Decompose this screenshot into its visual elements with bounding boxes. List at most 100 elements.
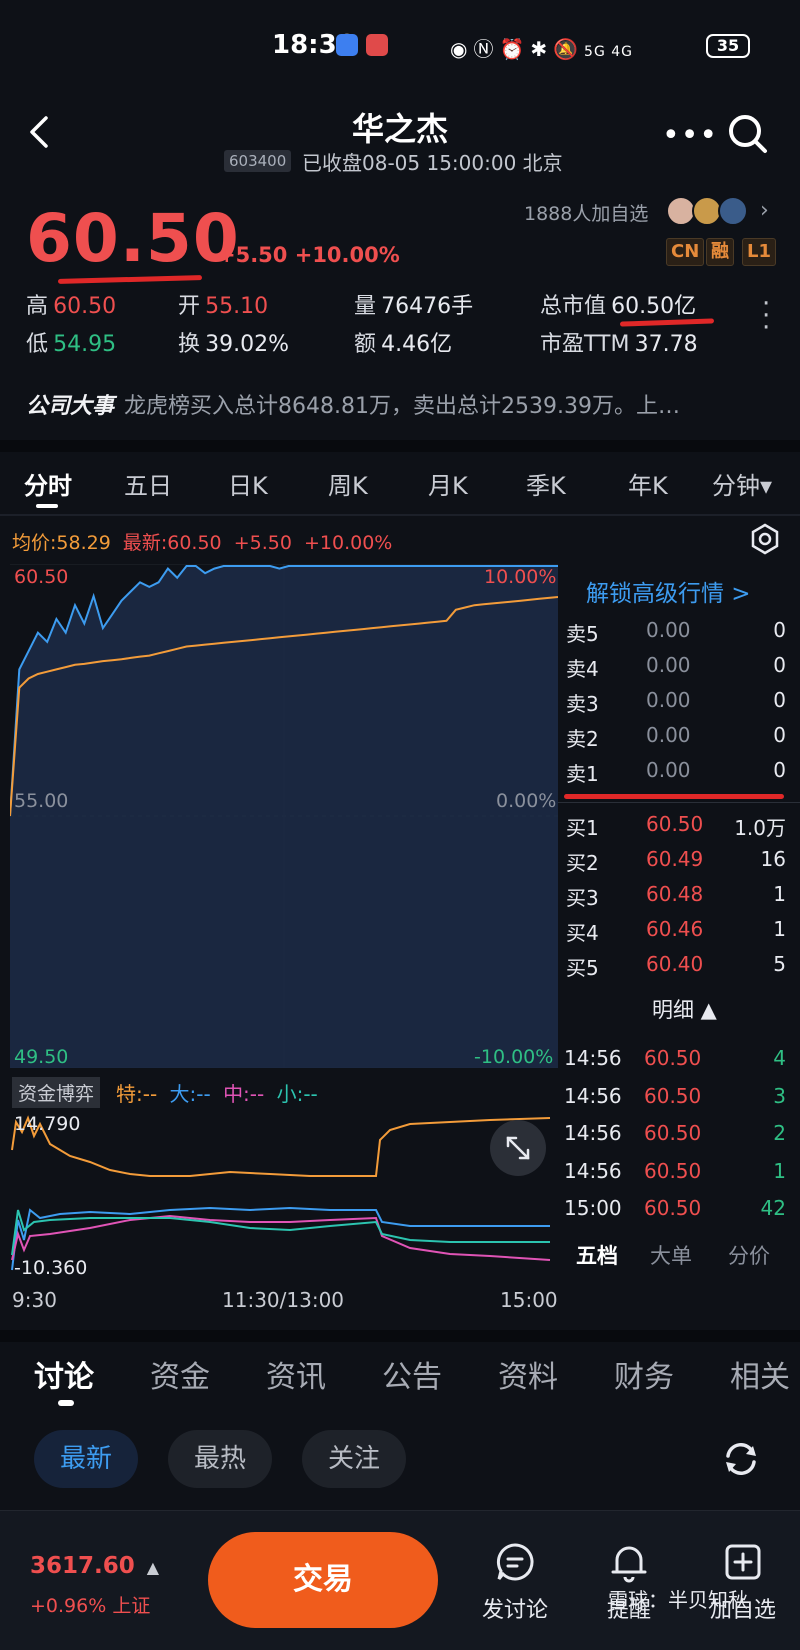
bid-row[interactable]: 买2 60.49 16 (566, 847, 786, 882)
ask-row[interactable]: 卖5 0.00 0 (566, 618, 786, 653)
bid-price: 60.46 (646, 917, 704, 941)
index-change: +0.96% 上证 (30, 1595, 151, 1617)
trade-button[interactable]: 交易 (208, 1532, 438, 1628)
bid-row[interactable]: 买1 60.50 1.0万 (566, 812, 786, 847)
bid-label: 买1 (566, 816, 599, 840)
ask-price: 0.00 (646, 723, 691, 747)
tick-volume: 1 (773, 1158, 786, 1183)
tick-volume: 42 (760, 1196, 786, 1220)
company-events[interactable]: 公司大事 龙虎榜买入总计8648.81万，卖出总计2539.39万。上… (26, 388, 680, 420)
fund-flow-chart[interactable] (10, 1110, 558, 1278)
alarm-icon: ⏰ (499, 37, 531, 61)
ask-label: 卖5 (566, 622, 599, 646)
tab-yearly-k[interactable]: 年K (628, 466, 668, 501)
tab-discussion[interactable]: 讨论 (34, 1352, 94, 1396)
app-notification-icon (336, 34, 358, 56)
ask-volume: 0 (773, 758, 786, 782)
divider (0, 1330, 800, 1342)
tab-monthly-k[interactable]: 月K (428, 466, 468, 501)
stat-open: 开 55.10 (178, 294, 269, 319)
fund-flow-label[interactable]: 资金博弈 (12, 1077, 101, 1108)
tab-price-dist[interactable]: 分价 (728, 1240, 770, 1270)
divider (558, 802, 800, 803)
tab-big-order[interactable]: 大单 (650, 1240, 692, 1270)
ask-label: 卖2 (566, 727, 599, 751)
tab-quarterly-k[interactable]: 季K (526, 466, 566, 501)
ask-price: 0.00 (646, 618, 691, 642)
chart-change: +5.50 (233, 532, 292, 554)
tab-weekly-k[interactable]: 周K (328, 466, 368, 501)
events-text: 龙虎榜买入总计8648.81万，卖出总计2539.39万。上… (124, 394, 680, 419)
legend-large: 大:-- (169, 1082, 211, 1106)
settings-icon[interactable] (748, 522, 782, 556)
bid-row[interactable]: 买3 60.48 1 (566, 882, 786, 917)
tab-funds[interactable]: 资金 (150, 1352, 210, 1396)
series-group (9, 565, 559, 1068)
tab-related[interactable]: 相关 (730, 1352, 790, 1396)
follow-count[interactable]: 1888人加自选 (524, 199, 648, 226)
tab-announcements[interactable]: 公告 (382, 1352, 442, 1396)
bid-label: 买5 (566, 956, 599, 980)
bid-row[interactable]: 买5 60.40 5 (566, 952, 786, 987)
price-area (10, 566, 558, 1068)
super-flow-line (11, 1115, 551, 1177)
watermark: 雪球：半贝知秋 (608, 1588, 748, 1612)
post-discussion-button[interactable]: 发讨论 (470, 1540, 560, 1624)
bluetooth-icon: ✱ (530, 37, 554, 61)
ask-row[interactable]: 卖2 0.00 0 (566, 723, 786, 758)
ask-volume: 0 (773, 688, 786, 712)
tag-cn: CN (666, 238, 705, 266)
chevron-right-icon[interactable]: › (760, 198, 769, 223)
ask-label: 卖3 (566, 692, 599, 716)
more-icon[interactable]: ••• (662, 118, 718, 153)
vertical-more-icon[interactable]: · · · (762, 291, 770, 341)
last-price: 60.50 (26, 200, 240, 277)
intraday-chart-svg (9, 563, 559, 1069)
ask-volume: 0 (773, 723, 786, 747)
bid-label: 买3 (566, 886, 599, 910)
tab-daily-k[interactable]: 日K (228, 466, 268, 501)
back-icon[interactable] (22, 112, 56, 152)
ask-price: 0.00 (646, 688, 691, 712)
tab-news[interactable]: 资讯 (266, 1352, 326, 1396)
filter-following[interactable]: 关注 (302, 1430, 407, 1488)
fund-flow-legend: 特:-- 大:-- 中:-- 小:-- (116, 1078, 318, 1107)
filter-latest[interactable]: 最新 (34, 1430, 139, 1488)
tab-indicator (36, 504, 58, 508)
bid-row[interactable]: 买4 60.46 1 (566, 917, 786, 952)
tab-level5[interactable]: 五档 (576, 1240, 618, 1270)
stat-mktcap: 总市值 60.50亿 (540, 294, 697, 319)
status-bar: 18:36 ◉Ⓝ⏰✱🔕5G 4G 35 (0, 0, 800, 90)
ask-row[interactable]: 卖4 0.00 0 (566, 653, 786, 688)
intraday-chart[interactable] (9, 563, 559, 1069)
ask-row[interactable]: 卖3 0.00 0 (566, 688, 786, 723)
tick-volume: 3 (773, 1083, 786, 1108)
detail-toggle[interactable]: 明细 ▲ (652, 994, 717, 1024)
bid-price: 60.40 (646, 952, 704, 976)
small-flow-line (11, 1209, 550, 1256)
ask-row[interactable]: 卖1 0.00 0 (566, 758, 786, 793)
index-price[interactable]: 3617.60 ▲ (30, 1553, 159, 1579)
tab-financials[interactable]: 财务 (614, 1352, 674, 1396)
ask-volume: 0 (773, 618, 786, 642)
search-icon[interactable] (726, 112, 770, 156)
stat-amount: 额 4.46亿 (354, 332, 453, 357)
refresh-icon[interactable] (720, 1438, 762, 1480)
filter-hot[interactable]: 最热 (168, 1430, 273, 1488)
tab-intraday[interactable]: 分时 (24, 466, 72, 501)
tick-time: 14:56 (564, 1046, 622, 1070)
ask-label: 卖1 (566, 762, 599, 786)
chat-bubble-icon (496, 1543, 534, 1581)
tab-profile[interactable]: 资料 (498, 1352, 558, 1396)
y-label-bottom-pct: -10.00% (474, 1046, 554, 1068)
stat-low: 低 54.95 (26, 332, 117, 357)
tab-minute[interactable]: 分钟▾ (712, 466, 772, 501)
unlock-advanced-quote-link[interactable]: 解锁高级行情 > (586, 574, 751, 608)
expand-icon[interactable] (490, 1120, 546, 1176)
fund-flow-svg (11, 1115, 551, 1271)
bid-label: 买4 (566, 921, 599, 945)
tick-time: 14:56 (564, 1121, 622, 1145)
battery-icon: 35 (706, 34, 750, 58)
tab-5day[interactable]: 五日 (124, 466, 172, 501)
tick-volume: 2 (773, 1121, 786, 1145)
